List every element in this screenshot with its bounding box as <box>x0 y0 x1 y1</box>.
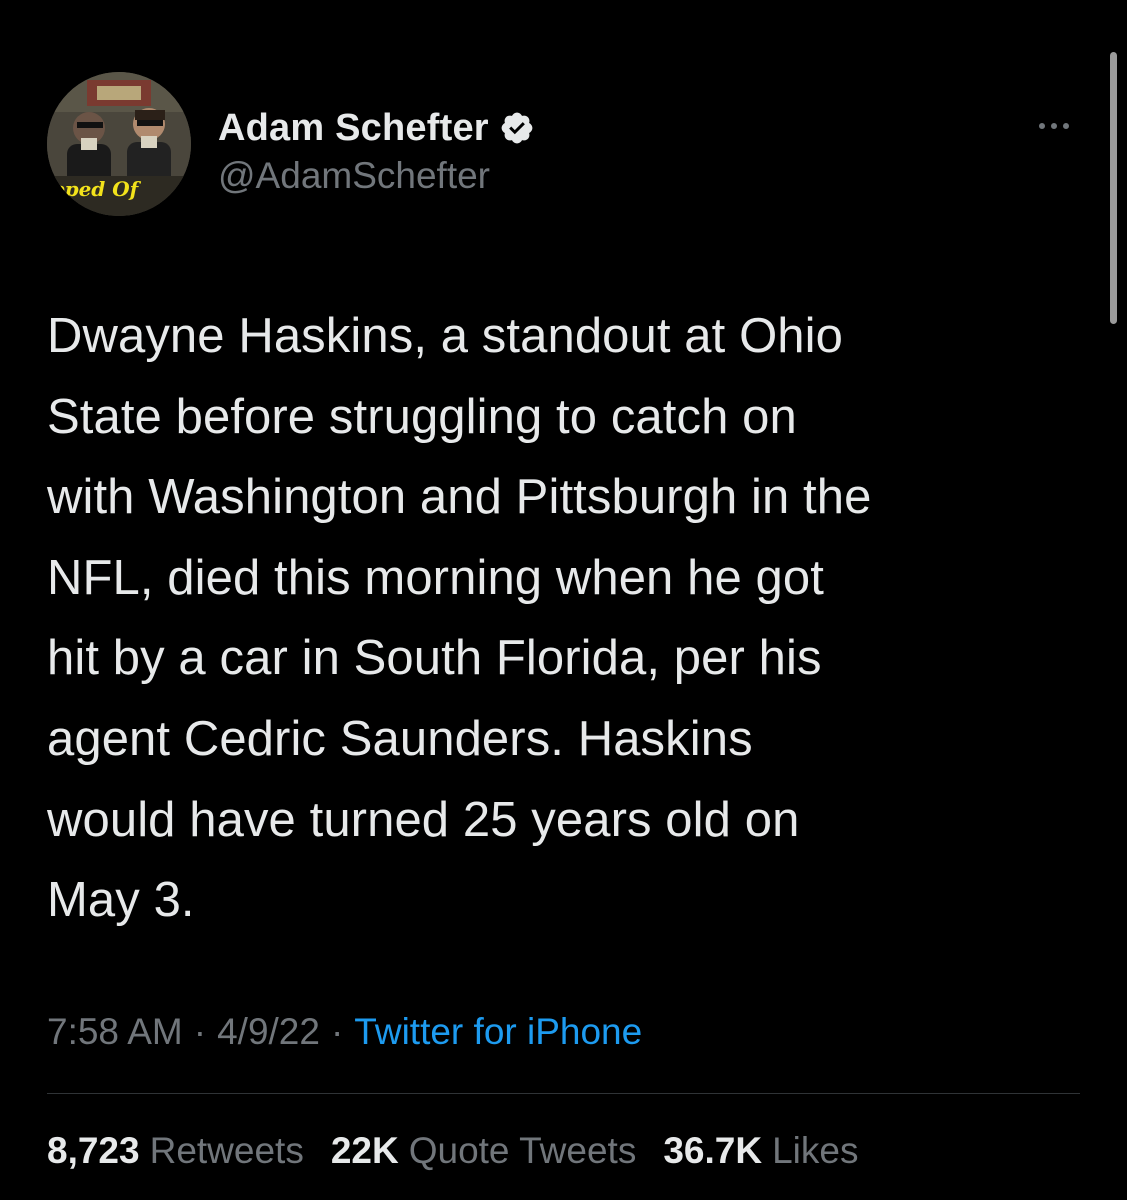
tweet-metadata: 7:58 AM · 4/9/22 · Twitter for iPhone <box>47 1007 642 1057</box>
tweet-text-line: Dwayne Haskins, a standout at Ohio <box>47 309 843 363</box>
likes-stat[interactable]: 36.7K Likes <box>663 1130 858 1172</box>
retweets-count: 8,723 <box>47 1130 140 1171</box>
scrollbar[interactable] <box>1110 52 1117 324</box>
tweet-text-line: State before struggling to catch on <box>47 389 797 444</box>
author-display-name[interactable]: Adam Schefter <box>218 107 489 150</box>
quote-tweets-label: Quote Tweets <box>408 1130 637 1171</box>
more-options-button[interactable] <box>1030 112 1078 140</box>
verified-badge-icon <box>499 110 535 146</box>
retweets-label: Retweets <box>149 1130 304 1171</box>
tweet-text-line: hit by a car in South Florida, per his <box>47 631 822 686</box>
avatar-logo-text: ipped Of <box>47 177 142 201</box>
tweet-text-line: would have turned 25 years old on <box>47 792 800 847</box>
divider <box>47 1093 1080 1094</box>
quote-tweets-count: 22K <box>330 1130 399 1171</box>
likes-label: Likes <box>772 1130 859 1171</box>
more-horizontal-icon-dot <box>1039 123 1045 129</box>
tweet-text-line: May 3. <box>47 873 195 928</box>
avatar[interactable]: ipped Of <box>47 72 191 216</box>
author-handle[interactable]: @AdamSchefter <box>218 155 490 197</box>
likes-count: 36.7K <box>663 1130 763 1171</box>
retweets-stat[interactable]: 8,723 Retweets <box>47 1130 304 1172</box>
engagement-stats: 8,723 Retweets 22K Quote Tweets 36.7K Li… <box>47 1126 885 1176</box>
avatar-image: ipped Of <box>47 72 191 216</box>
meta-separator: · <box>330 1011 344 1052</box>
tweet-text-line: agent Cedric Saunders. Haskins <box>47 711 753 766</box>
quote-tweets-stat[interactable]: 22K Quote Tweets <box>331 1130 637 1172</box>
tweet-time[interactable]: 7:58 AM <box>47 1011 183 1053</box>
meta-separator: · <box>193 1011 207 1052</box>
more-horizontal-icon-dot <box>1051 123 1057 129</box>
author-name-row: Adam Schefter <box>218 104 535 152</box>
tweet-text-line: with Washington and Pittsburgh in the <box>47 470 872 525</box>
more-horizontal-icon-dot <box>1063 123 1069 129</box>
tweet-source-link[interactable]: Twitter for iPhone <box>354 1011 642 1053</box>
tweet-date[interactable]: 4/9/22 <box>217 1011 320 1053</box>
tweet-text-line: NFL, died this morning when he got <box>47 550 824 605</box>
tweet-text: Dwayne Haskins, a standout at Ohio State… <box>47 296 1097 941</box>
